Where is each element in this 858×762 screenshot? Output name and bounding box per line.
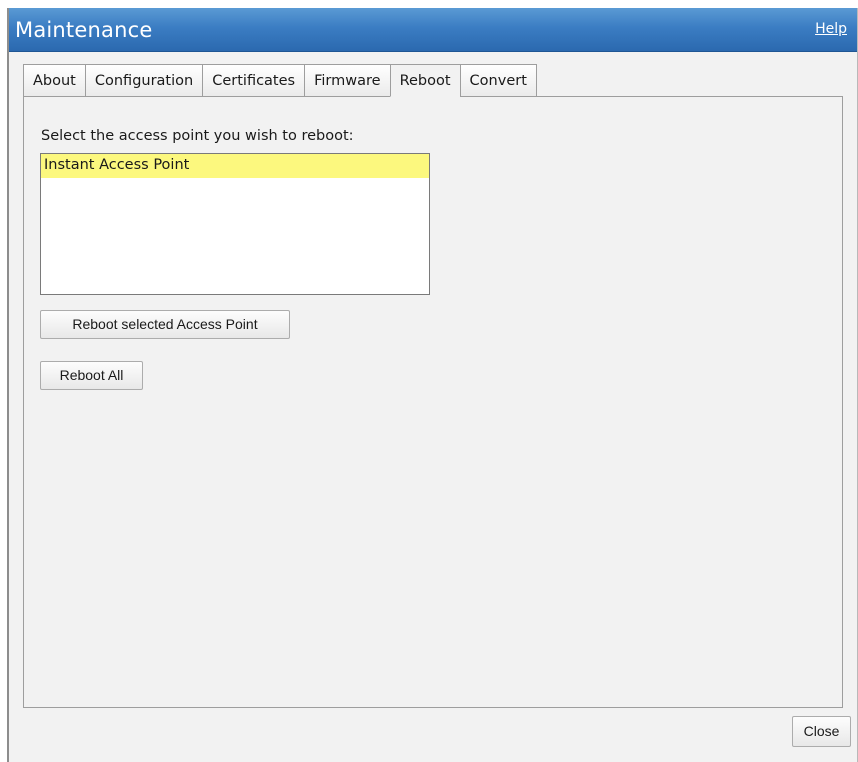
tab-firmware[interactable]: Firmware (304, 64, 390, 97)
close-button[interactable]: Close (792, 716, 851, 747)
select-access-point-label: Select the access point you wish to rebo… (41, 128, 354, 144)
reboot-panel: Select the access point you wish to rebo… (23, 96, 843, 708)
reboot-all-button[interactable]: Reboot All (40, 361, 143, 390)
dialog-title: Maintenance (15, 18, 153, 42)
tab-configuration[interactable]: Configuration (84, 64, 203, 97)
top-strip (0, 0, 858, 8)
title-bar: Maintenance Help (9, 8, 857, 52)
tab-convert[interactable]: Convert (459, 64, 537, 97)
help-link[interactable]: Help (815, 21, 847, 37)
tab-certificates[interactable]: Certificates (202, 64, 305, 97)
tab-about[interactable]: About (23, 64, 85, 97)
reboot-selected-button[interactable]: Reboot selected Access Point (40, 310, 290, 339)
maintenance-dialog: Maintenance Help About Configuration Cer… (7, 8, 858, 762)
reboot-tab-content: Select the access point you wish to rebo… (24, 97, 842, 707)
tab-bar: About Configuration Certificates Firmwar… (23, 64, 537, 97)
access-point-listbox[interactable]: Instant Access Point (40, 153, 430, 295)
access-point-list-item[interactable]: Instant Access Point (41, 154, 429, 178)
tab-reboot[interactable]: Reboot (389, 64, 460, 97)
